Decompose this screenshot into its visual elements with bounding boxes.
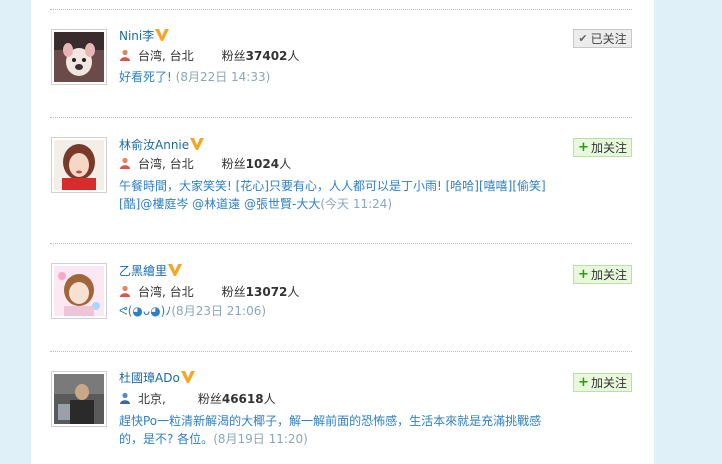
- status-time[interactable]: (8月23日 21:06): [171, 304, 266, 318]
- user-name[interactable]: Nini李: [119, 27, 154, 44]
- avatar-photo-dog: [54, 32, 104, 82]
- follow-button[interactable]: + 加关注: [573, 265, 632, 284]
- status-time[interactable]: (8月22日 14:33): [176, 70, 271, 84]
- fans-count[interactable]: 粉丝13072人: [222, 283, 300, 300]
- status-text: ᕙ(◕ᴗ◕)ﾉ(8月23日 21:06): [119, 304, 267, 318]
- status-text: 好看死了! (8月22日 14:33): [119, 70, 271, 84]
- person-icon: [120, 392, 130, 404]
- avatar-photo-man: [54, 374, 104, 424]
- follow-button[interactable]: + 加关注: [573, 373, 632, 392]
- fans-count[interactable]: 粉丝1024人: [222, 155, 291, 172]
- avatar[interactable]: [51, 371, 107, 427]
- status-text: 午餐時間，大家笑笑! [花心]只要有心，人人都可以是丁小雨! [哈哈][嘻嘻][…: [119, 179, 546, 211]
- status-time[interactable]: (8月19日 11:20): [213, 432, 308, 446]
- avatar-photo-woman: [54, 140, 104, 190]
- divider: [50, 243, 632, 244]
- user-location: 台湾, 台北: [138, 284, 194, 299]
- plus-icon: +: [578, 267, 589, 282]
- user-name[interactable]: 林俞汝Annie: [119, 136, 189, 153]
- user-location: 北京,: [138, 391, 166, 406]
- divider: [50, 117, 632, 118]
- fans-count[interactable]: 粉丝46618人: [198, 390, 276, 407]
- check-icon: ✔: [578, 32, 588, 45]
- user-name[interactable]: 乙黑繪里: [119, 262, 167, 279]
- avatar[interactable]: [51, 263, 107, 319]
- avatar[interactable]: [51, 29, 107, 85]
- divider: [50, 351, 632, 352]
- followed-button[interactable]: ✔ 已关注: [573, 29, 632, 48]
- plus-icon: +: [578, 375, 589, 390]
- user-location: 台湾, 台北: [138, 48, 194, 63]
- verified-v-icon: [190, 138, 205, 150]
- verified-v-icon: [180, 371, 195, 383]
- status-time[interactable]: (今天 11:24): [320, 197, 392, 211]
- status-text: 趕快Po一粒清新解渴的大椰子，解一解前面的恐怖感，生活本來就是充滿挑戰感的，是不…: [119, 414, 542, 446]
- verified-v-icon: [155, 29, 170, 41]
- fans-count[interactable]: 粉丝37402人: [222, 47, 300, 64]
- plus-icon: +: [578, 140, 589, 155]
- person-icon: [120, 49, 130, 61]
- person-icon: [120, 285, 130, 297]
- divider: [50, 9, 632, 10]
- follow-button[interactable]: + 加关注: [573, 138, 632, 157]
- person-icon: [120, 157, 130, 169]
- user-name[interactable]: 杜國璋ADo: [119, 369, 180, 386]
- verified-v-icon: [168, 264, 183, 276]
- avatar-photo-girl: [54, 266, 104, 316]
- user-location: 台湾, 台北: [138, 156, 194, 171]
- avatar[interactable]: [51, 137, 107, 193]
